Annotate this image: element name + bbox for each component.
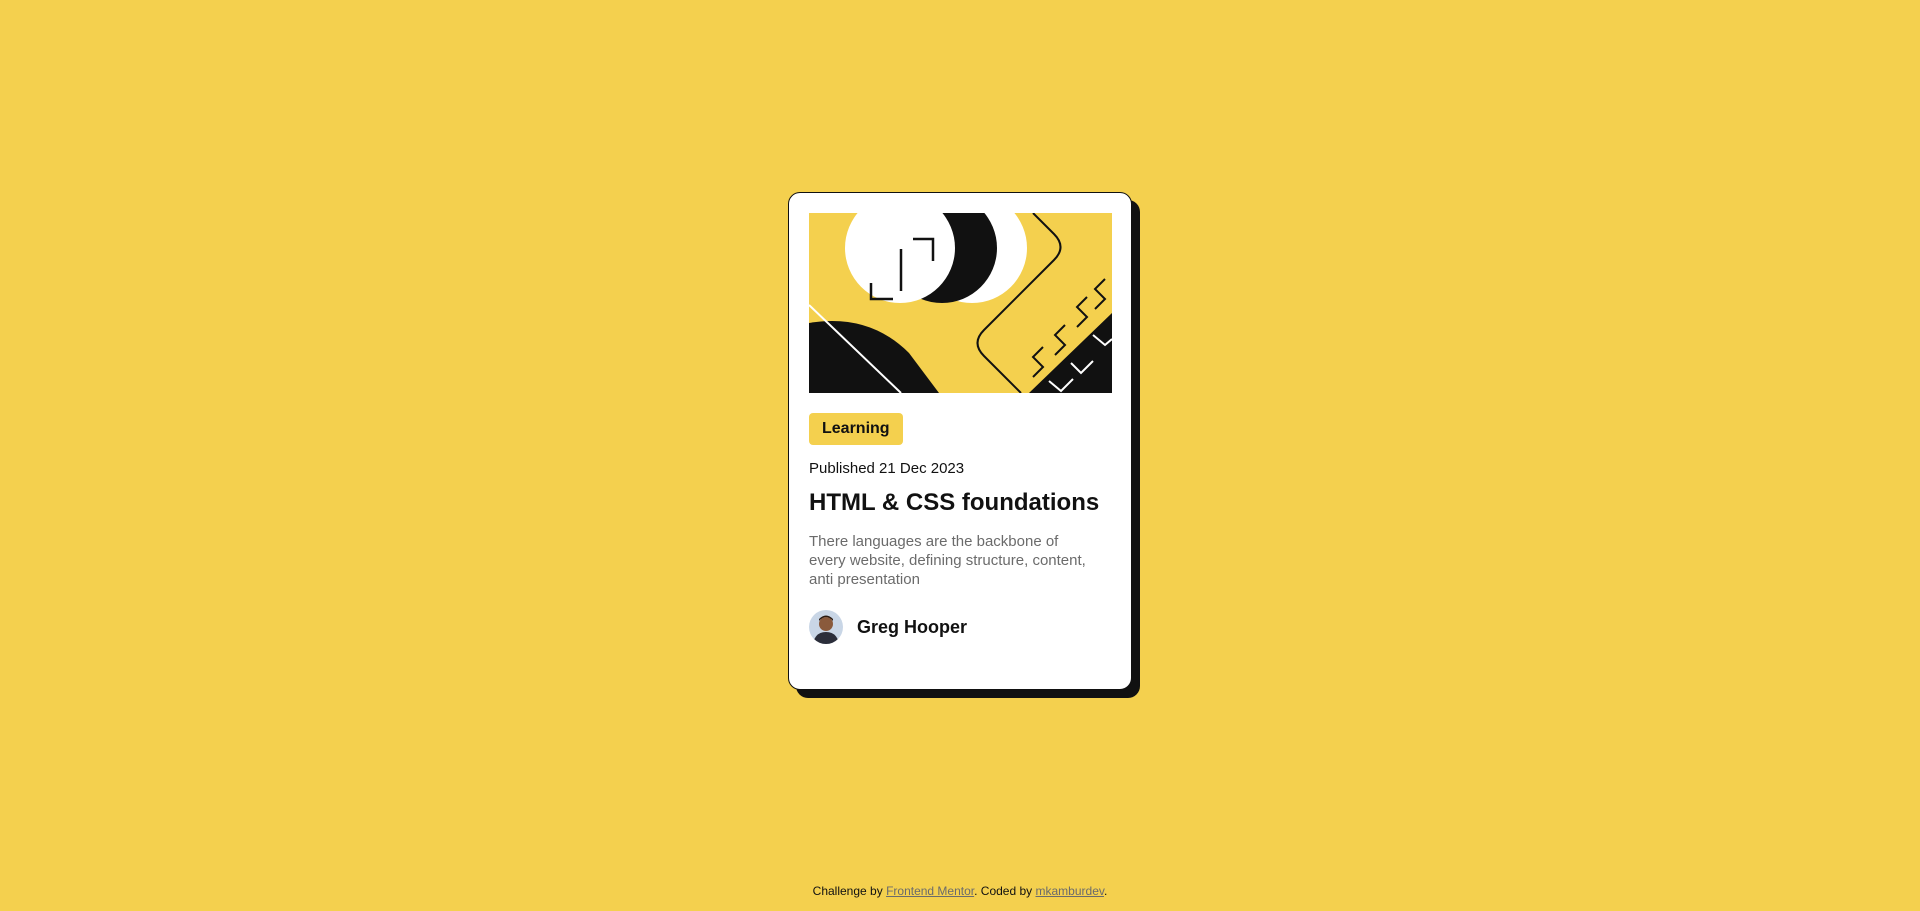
page-background: Learning Published 21 Dec 2023 HTML & CS… <box>0 0 1920 911</box>
attribution-middle: . Coded by <box>974 884 1033 898</box>
card-title[interactable]: HTML & CSS foundations <box>809 488 1111 518</box>
author-block: Greg Hooper <box>809 610 1111 644</box>
avatar-portrait <box>809 610 843 644</box>
category-tag: Learning <box>809 413 903 445</box>
coder-link[interactable]: mkamburdev <box>1036 884 1104 898</box>
published-date: Published 21 Dec 2023 <box>809 460 965 477</box>
abstract-illustration <box>809 213 1112 393</box>
attribution-prefix: Challenge by <box>812 884 883 898</box>
blog-preview-card: Learning Published 21 Dec 2023 HTML & CS… <box>788 192 1132 690</box>
attribution-footer: Challenge by Frontend Mentor. Coded by m… <box>0 883 1920 899</box>
card-description: There languages are the backbone of ever… <box>809 533 1086 588</box>
author-name: Greg Hooper <box>857 616 968 637</box>
attribution-suffix: . <box>1103 884 1108 898</box>
frontend-mentor-link[interactable]: Frontend Mentor <box>886 884 974 898</box>
